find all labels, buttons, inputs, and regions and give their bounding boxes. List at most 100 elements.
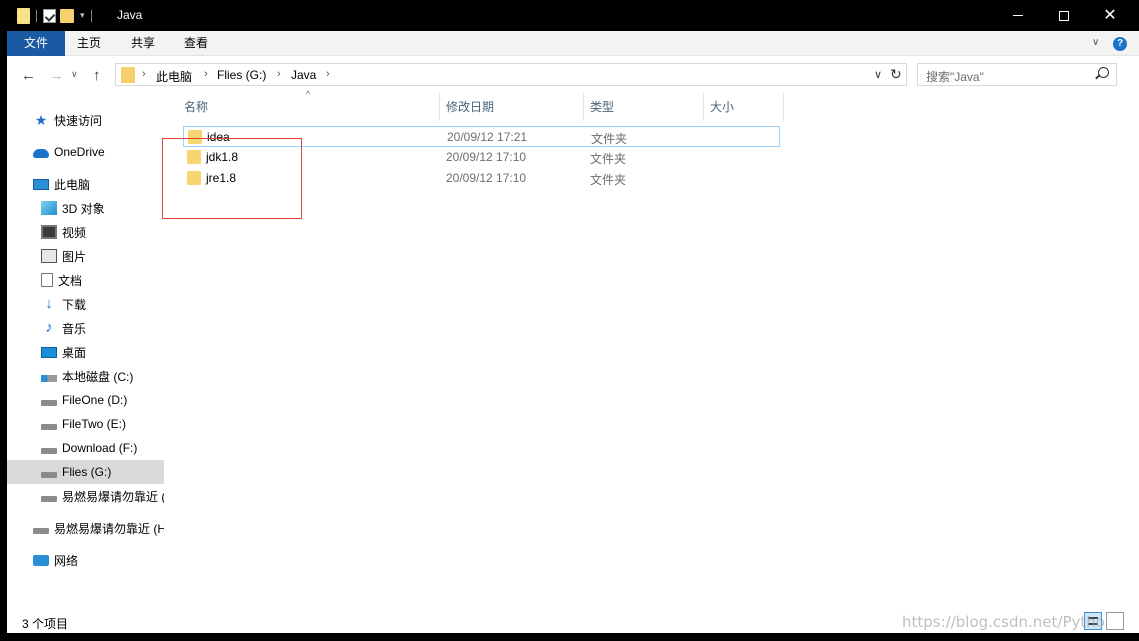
address-bar[interactable]: › 此电脑 › Flies (G:) › Java › ∨ ↻	[115, 63, 907, 86]
breadcrumb-separator-icon[interactable]: ›	[204, 68, 208, 80]
sidebar-item-documents[interactable]: 文档	[7, 268, 164, 292]
sidebar-item-label: 文档	[58, 273, 83, 288]
help-icon[interactable]: ?	[1113, 37, 1127, 51]
pictures-icon	[41, 249, 57, 263]
downloads-icon: ↓	[45, 295, 53, 312]
maximize-button[interactable]	[1041, 0, 1087, 31]
sidebar-item-videos[interactable]: 视频	[7, 220, 164, 244]
documents-icon	[41, 273, 53, 287]
recent-locations-chevron-icon[interactable]: ∨	[71, 69, 78, 80]
column-header-size[interactable]: 大小	[704, 93, 784, 121]
drive-icon	[41, 471, 57, 478]
drive-icon	[41, 447, 57, 454]
forward-button[interactable]: →	[49, 67, 64, 84]
3d-objects-icon	[41, 201, 57, 215]
refresh-icon[interactable]: ↻	[890, 66, 902, 83]
drive-icon	[41, 495, 57, 502]
toolbar-separator	[90, 9, 92, 22]
sidebar-item-pictures[interactable]: 图片	[7, 244, 164, 268]
back-button[interactable]: ←	[21, 67, 36, 84]
sidebar-item-label: 易燃易爆请勿靠近 (H	[54, 521, 164, 536]
large-icons-view-button[interactable]	[1106, 612, 1124, 630]
maximize-icon	[1059, 10, 1069, 21]
sidebar-item-label: 视频	[62, 225, 87, 240]
sidebar-item-label: 音乐	[62, 321, 87, 336]
navigation-pane: ★ 快速访问 OneDrive 此电脑 3D 对象 视频 图片 文档 ↓ 下载 …	[7, 93, 164, 610]
ribbon-tabs: 文件 主页 共享 查看 ∨ ?	[7, 31, 1139, 56]
sidebar-item-drive-h[interactable]: 易燃易爆请勿靠近 (H	[7, 516, 164, 540]
minimize-icon	[1013, 15, 1023, 16]
minimize-button[interactable]	[995, 0, 1041, 31]
tab-home[interactable]: 主页	[65, 31, 113, 56]
title-bar: ▾ Java ✕	[7, 0, 1139, 31]
window-title: Java	[117, 8, 143, 22]
expand-ribbon-chevron-icon[interactable]: ∨	[1092, 37, 1099, 48]
file-type: 文件夹	[590, 152, 627, 166]
sidebar-item-quick-access[interactable]: ★ 快速访问	[7, 108, 164, 132]
sidebar-item-label: FileOne (D:)	[62, 393, 128, 407]
sidebar-item-3d-objects[interactable]: 3D 对象	[7, 196, 164, 220]
local-disk-icon	[41, 375, 57, 382]
sidebar-item-drive-d[interactable]: FileOne (D:)	[7, 388, 164, 412]
sidebar-item-drive-f[interactable]: Download (F:)	[7, 436, 164, 460]
sidebar-item-this-pc[interactable]: 此电脑	[7, 172, 164, 196]
sidebar-item-label: FileTwo (E:)	[62, 417, 127, 431]
sidebar-item-label: 易燃易爆请勿靠近 (	[62, 489, 164, 504]
close-button[interactable]: ✕	[1087, 0, 1133, 31]
sidebar-item-downloads[interactable]: ↓ 下载	[7, 292, 164, 316]
sidebar-item-label: OneDrive	[54, 145, 105, 159]
sidebar-item-label: 下载	[62, 297, 87, 312]
file-list-pane: ^ 名称 修改日期 类型 大小 idea 20/09/12 17:21 文件夹 …	[162, 89, 1139, 610]
drive-icon	[41, 423, 57, 430]
sidebar-item-network[interactable]: 网络	[7, 548, 164, 572]
search-icon[interactable]	[1098, 67, 1109, 78]
sidebar-item-label: 本地磁盘 (C:)	[62, 369, 134, 384]
navigation-bar: ← → ∨ ↑ › 此电脑 › Flies (G:) › Java › ∨ ↻ …	[7, 57, 1139, 93]
sidebar-item-drive-g[interactable]: Flies (G:)	[7, 460, 164, 484]
breadcrumb-separator-icon[interactable]: ›	[277, 68, 281, 80]
search-input[interactable]: 搜索"Java"	[917, 63, 1117, 86]
properties-icon[interactable]	[43, 8, 56, 23]
column-header-date-modified[interactable]: 修改日期	[440, 93, 584, 121]
window-bottom-edge	[7, 633, 1139, 641]
customize-toolbar-arrow-icon[interactable]: ▾	[80, 10, 85, 21]
quick-access-star-icon: ★	[34, 112, 48, 128]
breadcrumb-separator-icon[interactable]: ›	[326, 68, 330, 80]
sidebar-item-drive-c[interactable]: 本地磁盘 (C:)	[7, 364, 164, 388]
column-header-name[interactable]: 名称	[178, 93, 440, 121]
breadcrumb-drive-g[interactable]: Flies (G:)	[217, 68, 266, 82]
file-type: 文件夹	[591, 132, 628, 146]
sidebar-item-drive-e[interactable]: FileTwo (E:)	[7, 412, 164, 436]
up-button[interactable]: ↑	[93, 67, 101, 84]
this-pc-icon	[33, 178, 49, 190]
file-date-modified: 20/09/12 17:10	[446, 171, 527, 185]
videos-icon	[41, 225, 57, 239]
sidebar-item-desktop[interactable]: 桌面	[7, 340, 164, 364]
column-header-type[interactable]: 类型	[584, 93, 704, 121]
onedrive-cloud-icon	[33, 149, 49, 158]
new-folder-icon[interactable]	[60, 8, 74, 23]
folder-icon	[17, 7, 30, 24]
sidebar-item-label: Download (F:)	[62, 441, 138, 455]
sidebar-item-label: 3D 对象	[62, 201, 105, 216]
drive-icon	[33, 527, 49, 534]
folder-icon	[121, 67, 135, 83]
tab-file[interactable]: 文件	[7, 31, 65, 56]
sidebar-item-music[interactable]: ♪ 音乐	[7, 316, 164, 340]
toolbar-separator	[36, 9, 37, 22]
sidebar-item-drive-removable[interactable]: 易燃易爆请勿靠近 (	[7, 484, 164, 508]
drive-icon	[41, 399, 57, 406]
item-count: 3 个项目	[22, 617, 69, 631]
tab-share[interactable]: 共享	[119, 31, 167, 56]
breadcrumb-separator-icon[interactable]: ›	[142, 68, 146, 80]
file-type: 文件夹	[590, 173, 627, 187]
breadcrumb-java[interactable]: Java	[291, 68, 316, 82]
network-icon	[33, 554, 49, 566]
address-history-chevron-icon[interactable]: ∨	[874, 68, 882, 81]
annotation-highlight-box	[162, 138, 302, 219]
watermark-text: https://blog.csdn.net/Pytho	[902, 613, 1105, 631]
sidebar-item-onedrive[interactable]: OneDrive	[7, 140, 164, 164]
tab-view[interactable]: 查看	[172, 31, 220, 56]
breadcrumb-this-pc[interactable]: 此电脑	[156, 68, 192, 85]
sidebar-item-label: 快速访问	[54, 113, 103, 128]
